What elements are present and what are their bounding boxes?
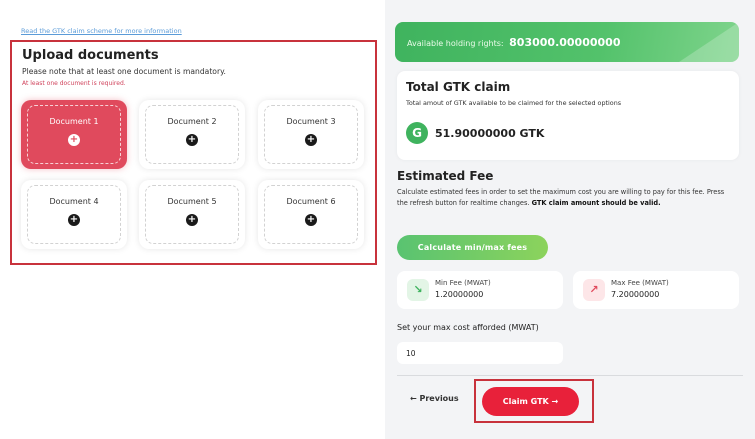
document-upload-4[interactable]: Document 4 + <box>21 180 127 249</box>
upload-panel: Read the GTK claim scheme for more infor… <box>0 0 385 439</box>
trend-up-icon: ↗ <box>583 279 605 301</box>
fee-description-warning: GTK claim amount should be valid. <box>531 199 661 207</box>
add-icon[interactable]: + <box>305 134 317 146</box>
upload-required-error: At least one document is required. <box>22 80 126 87</box>
banner-decoration <box>679 22 739 62</box>
claim-gtk-button[interactable]: Claim GTK → <box>482 387 579 416</box>
min-fee-value: 1.20000000 <box>435 290 484 299</box>
add-icon[interactable]: + <box>68 134 80 146</box>
document-upload-6[interactable]: Document 6 + <box>258 180 364 249</box>
holding-rights-banner: Available holding rights: 803000.0000000… <box>395 22 739 62</box>
max-cost-input[interactable] <box>397 342 563 364</box>
previous-button[interactable]: ← Previous <box>410 394 459 403</box>
add-icon[interactable]: + <box>186 214 198 226</box>
document-label: Document 2 <box>167 117 217 126</box>
upload-title: Upload documents <box>22 48 159 63</box>
estimated-fee-description: Calculate estimated fees in order to set… <box>397 187 733 209</box>
document-upload-3[interactable]: Document 3 + <box>258 100 364 169</box>
document-label: Document 5 <box>167 197 217 206</box>
document-label: Document 4 <box>49 197 99 206</box>
gtk-claim-title: Total GTK claim <box>406 80 511 94</box>
min-fee-label: Min Fee (MWAT) <box>435 279 491 287</box>
document-upload-2[interactable]: Document 2 + <box>139 100 245 169</box>
document-label: Document 1 <box>49 117 99 126</box>
claim-panel: Available holding rights: 803000.0000000… <box>385 0 755 439</box>
add-icon[interactable]: + <box>68 214 80 226</box>
max-fee-card: ↗ Max Fee (MWAT) 7.20000000 <box>573 271 739 309</box>
document-label: Document 3 <box>286 117 336 126</box>
gtk-claim-subtitle: Total amout of GTK available to be claim… <box>406 99 622 107</box>
page: Read the GTK claim scheme for more infor… <box>0 0 755 439</box>
gtk-claim-amount: 51.90000000 GTK <box>435 127 545 140</box>
claim-scheme-link[interactable]: Read the GTK claim scheme for more infor… <box>21 27 182 35</box>
estimated-fee-title: Estimated Fee <box>397 169 494 183</box>
holding-rights-text: Available holding rights: 803000.0000000… <box>407 36 620 49</box>
max-fee-value: 7.20000000 <box>611 290 660 299</box>
add-icon[interactable]: + <box>186 134 198 146</box>
document-upload-1[interactable]: Document 1 + <box>21 100 127 169</box>
trend-down-icon: ↘ <box>407 279 429 301</box>
min-fee-card: ↘ Min Fee (MWAT) 1.20000000 <box>397 271 563 309</box>
add-icon[interactable]: + <box>305 214 317 226</box>
upload-note: Please note that at least one document i… <box>22 67 226 76</box>
footer-divider <box>397 375 743 376</box>
holding-rights-value: 803000.00000000 <box>509 36 621 49</box>
document-upload-5[interactable]: Document 5 + <box>139 180 245 249</box>
total-gtk-claim-card: Total GTK claim Total amout of GTK avail… <box>397 71 739 160</box>
max-cost-label: Set your max cost afforded (MWAT) <box>397 323 539 332</box>
upload-documents-section: Upload documents Please note that at lea… <box>10 40 377 265</box>
holding-rights-label: Available holding rights: <box>407 39 504 48</box>
gtk-logo-icon: G <box>406 122 428 144</box>
document-label: Document 6 <box>286 197 336 206</box>
calculate-fees-button[interactable]: Calculate min/max fees <box>397 235 548 260</box>
max-fee-label: Max Fee (MWAT) <box>611 279 669 287</box>
